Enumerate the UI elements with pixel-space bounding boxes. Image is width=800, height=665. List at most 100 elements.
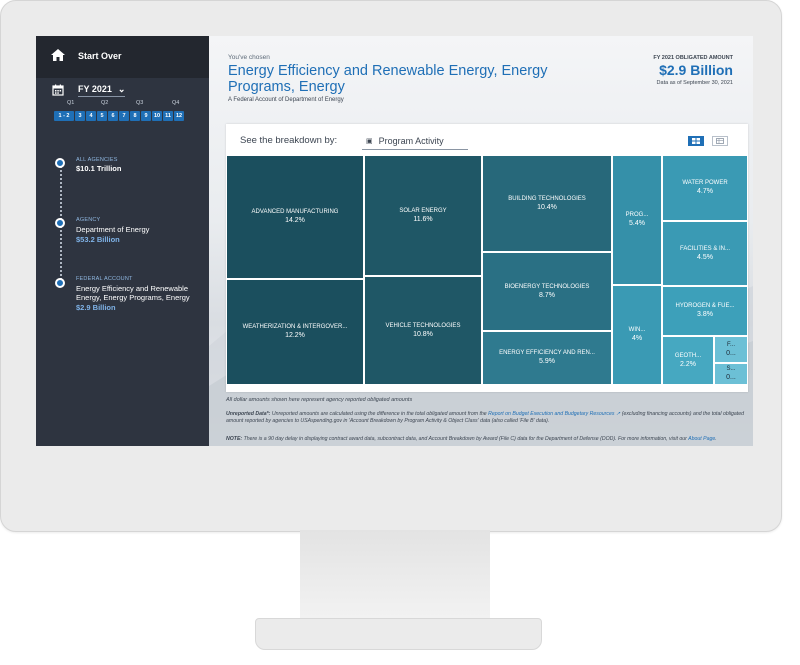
treemap-cell-name: SOLAR ENERGY [399,207,447,214]
breadcrumb-amount: $10.1 Trillion [76,164,122,173]
breakdown-label: See the breakdown by: [240,135,338,146]
breadcrumb-agency[interactable]: AGENCY Department of Energy $53.2 Billio… [76,217,201,244]
quarter-label: Q3 [136,100,144,106]
report-budget-link[interactable]: Report on Budget Execution and Budgetary… [488,411,614,417]
footnote-unreported: Unreported Data*: Unreported amounts are… [226,411,746,425]
chevron-down-icon: ⌄ [117,83,126,94]
treemap-cell-name: WEATHERIZATION & INTERGOVER... [242,324,348,330]
breadcrumb-amount: $2.9 Billion [76,303,116,312]
period-button[interactable]: 11 [163,111,173,121]
grid-icon [692,138,700,144]
period-button[interactable]: 1 - 2 [54,111,74,121]
treemap-cell-percent: 14.2% [285,217,305,224]
note-label: NOTE: [226,436,243,442]
breadcrumb-federal-account[interactable]: FEDERAL ACCOUNT Energy Efficiency and Re… [76,276,201,312]
start-over-link[interactable]: Start Over [78,51,122,61]
footnote-amounts: All dollar amounts shown here represent … [226,397,413,403]
treemap-cell[interactable]: VEHICLE TECHNOLOGIES 10.8% [364,276,482,385]
table-icon [716,138,724,144]
breadcrumb-node[interactable] [55,218,65,228]
monitor-bezel: Start Over FY 2021 ⌄ Q1 Q2 Q3 Q4 1 - 2 3… [0,0,782,532]
treemap-cell-name: HYDROGEN & FUE... [675,303,735,309]
note-text: There is a 90 day delay in displaying co… [243,436,687,442]
breadcrumb-label: ALL AGENCIES [76,157,118,163]
external-link-icon: ↗ [615,411,621,417]
table-view-button[interactable] [712,136,728,146]
quarter-labels: Q1 Q2 Q3 Q4 [54,100,194,110]
treemap-view-button[interactable] [688,136,704,146]
breakdown-dropdown[interactable]: ▣ Program Activity [362,132,468,150]
treemap-cell-percent: 4.5% [697,253,713,261]
data-as-of: Data as of September 30, 2021 [656,80,733,86]
quarter-label: Q1 [67,100,75,106]
chosen-label: You've chosen [228,54,270,61]
treemap-cell[interactable]: WATER POWER 4.7% [662,155,748,221]
treemap-cell-percent: 8.7% [539,291,555,299]
monitor-stand-base [255,618,542,650]
fiscal-year-dropdown[interactable]: FY 2021 ⌄ [78,83,126,97]
treemap-cell[interactable]: WEATHERIZATION & INTERGOVER... 12.2% [226,279,364,385]
treemap-cell-name: FACILITIES & IN... [679,245,730,252]
fiscal-year-picker[interactable]: FY 2021 ⌄ [52,82,126,98]
obligated-amount: $2.9 Billion [659,62,733,78]
treemap-cell-name: PROG... [625,212,649,218]
treemap-cell[interactable]: WIN... 4% [612,285,662,385]
treemap-cell-percent: 10.8% [413,330,433,338]
obligated-amount-label: FY 2021 OBLIGATED AMOUNT [653,55,733,61]
page-subtitle: A Federal Account of Department of Energ… [228,97,344,103]
calendar-icon [52,84,64,96]
treemap-cell[interactable]: FACILITIES & IN... 4.5% [662,221,748,286]
period-button[interactable]: 7 [119,111,129,121]
period-button[interactable]: 3 [75,111,85,121]
treemap-cell[interactable]: ADVANCED MANUFACTURING 14.2% [226,155,364,279]
unreported-label: Unreported Data*: [226,411,271,417]
period-button[interactable]: 9 [141,111,151,121]
treemap-cell-percent: 12.2% [285,332,305,339]
treemap-cell-percent: 4.7% [697,188,713,195]
quarter-label: Q2 [101,100,109,106]
treemap-cell-percent: 3.8% [697,311,713,318]
treemap-cell[interactable]: BIOENERGY TECHNOLOGIES 8.7% [482,252,612,331]
treemap-cell[interactable]: BUILDING TECHNOLOGIES 10.4% [482,155,612,252]
start-over-bar[interactable]: Start Over [36,36,209,78]
treemap-cell-percent: 5.4% [629,220,645,227]
treemap-cell[interactable]: ENERGY EFFICIENCY AND REN... 5.9% [482,331,612,385]
breadcrumb-all-agencies[interactable]: ALL AGENCIES $10.1 Trillion [76,157,201,173]
treemap-cell-percent: 5.9% [539,358,555,365]
treemap-cell[interactable]: F... 0... [714,336,748,363]
treemap-cell-name: BUILDING TECHNOLOGIES [508,195,586,202]
treemap: ADVANCED MANUFACTURING 14.2% WEATHERIZAT… [226,155,748,392]
period-selector: 1 - 2 3 4 5 6 7 8 9 10 11 12 [54,111,184,121]
breadcrumb-node[interactable] [55,278,65,288]
period-button[interactable]: 8 [130,111,140,121]
treemap-cell[interactable]: SOLAR ENERGY 11.6% [364,155,482,276]
treemap-cell-percent: 11.6% [413,215,433,223]
briefcase-icon: ▣ [366,137,373,145]
period-button[interactable]: 5 [97,111,107,121]
treemap-cell[interactable]: HYDROGEN & FUE... 3.8% [662,286,748,336]
period-button[interactable]: 4 [86,111,96,121]
period-button[interactable]: 10 [152,111,162,121]
treemap-cell-percent: 2.2% [680,360,696,368]
about-page-link[interactable]: About Page [688,436,715,442]
main-content: You've chosen Energy Efficiency and Rene… [209,36,753,446]
treemap-cell-percent: 0... [726,374,736,381]
treemap-cell[interactable]: GEOTH... 2.2% [662,336,714,385]
period-button[interactable]: 12 [174,111,184,121]
fiscal-year-value: FY 2021 [78,84,112,94]
treemap-cell-name: VEHICLE TECHNOLOGIES [385,322,461,329]
treemap-cell-name: F... [726,341,735,348]
treemap-cell[interactable]: S... 0... [714,363,748,385]
breadcrumb-label: FEDERAL ACCOUNT [76,276,133,282]
treemap-cell[interactable]: PROG... 5.4% [612,155,662,285]
breadcrumb-name: Department of Energy [76,225,150,234]
breadcrumb-name: Energy Efficiency and Renewable Energy, … [76,284,190,302]
treemap-cell-name: ADVANCED MANUFACTURING [251,209,339,215]
breakdown-selected: Program Activity [378,135,444,146]
breakdown-card: See the breakdown by: ▣ Program Activity [226,124,748,392]
home-icon[interactable] [50,47,66,63]
page-title: Energy Efficiency and Renewable Energy, … [228,63,548,95]
period-button[interactable]: 6 [108,111,118,121]
screen: Start Over FY 2021 ⌄ Q1 Q2 Q3 Q4 1 - 2 3… [36,36,753,446]
breadcrumb-node[interactable] [55,158,65,168]
